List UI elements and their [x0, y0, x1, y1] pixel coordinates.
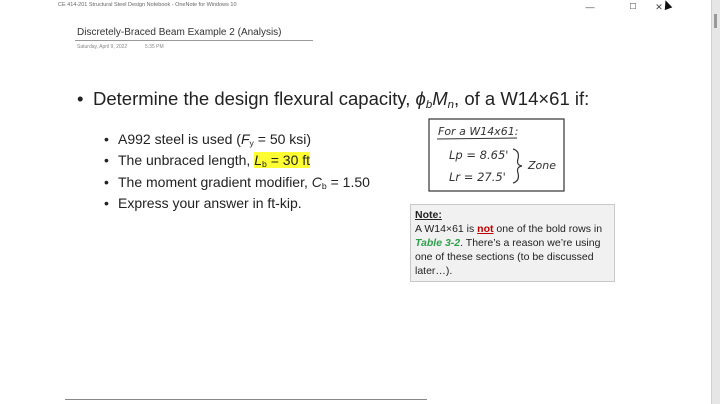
vertical-scrollbar[interactable] — [711, 0, 720, 404]
list-item-text: The moment gradient modifier, Cb = 1.50 — [118, 174, 370, 192]
note-title: Note: — [415, 209, 442, 221]
main-bullet-text: Determine the design flexural capacity, … — [93, 88, 590, 111]
title-divider — [75, 40, 313, 41]
ink-lr: Lr = 27.5' — [449, 170, 506, 184]
bullet-icon: • — [104, 131, 109, 147]
app-title: CE 414-201 Structural Steel Design Noteb… — [58, 2, 237, 8]
handwritten-note: For a W14x61: Lp = 8.65' Lr = 27.5' Zone — [428, 118, 565, 192]
bullet-icon: • — [104, 174, 109, 190]
title-bar: CE 414-201 Structural Steel Design Noteb… — [0, 0, 720, 14]
bottom-divider — [65, 399, 427, 400]
table-reference: Table 3-2 — [415, 237, 461, 249]
maximize-button[interactable]: ☐ — [620, 0, 646, 14]
note-box: Note: A W14×61 is not one of the bold ro… — [410, 204, 615, 282]
page-title[interactable]: Discretely-Braced Beam Example 2 (Analys… — [77, 27, 282, 38]
minimize-button[interactable]: — — [577, 0, 603, 14]
list-item-text: The unbraced length, Lb = 30 ft — [118, 152, 311, 170]
ink-lp: Lp = 8.65' — [449, 148, 508, 162]
bullet-icon: • — [77, 88, 84, 109]
ink-brace — [512, 148, 523, 184]
note-body: A W14×61 is not one of the bold rows in … — [415, 223, 603, 277]
page-date: Saturday, April 9, 2022 — [77, 44, 128, 50]
ink-zone: Zone — [527, 159, 556, 172]
bullet-icon: • — [104, 195, 109, 211]
scrollbar-thumb[interactable] — [714, 14, 717, 28]
ink-heading: For a W14x61: — [438, 125, 518, 138]
list-item-text: Express your answer in ft-kip. — [118, 195, 302, 211]
ink-underline — [436, 137, 518, 140]
page-time: 5:35 PM — [145, 44, 164, 50]
list-item-text: A992 steel is used (Fy = 50 ksi) — [118, 131, 312, 149]
emphasis-not: not — [477, 223, 494, 235]
bullet-icon: • — [104, 152, 109, 168]
highlighted-text: Lb = 30 ft — [254, 152, 311, 170]
